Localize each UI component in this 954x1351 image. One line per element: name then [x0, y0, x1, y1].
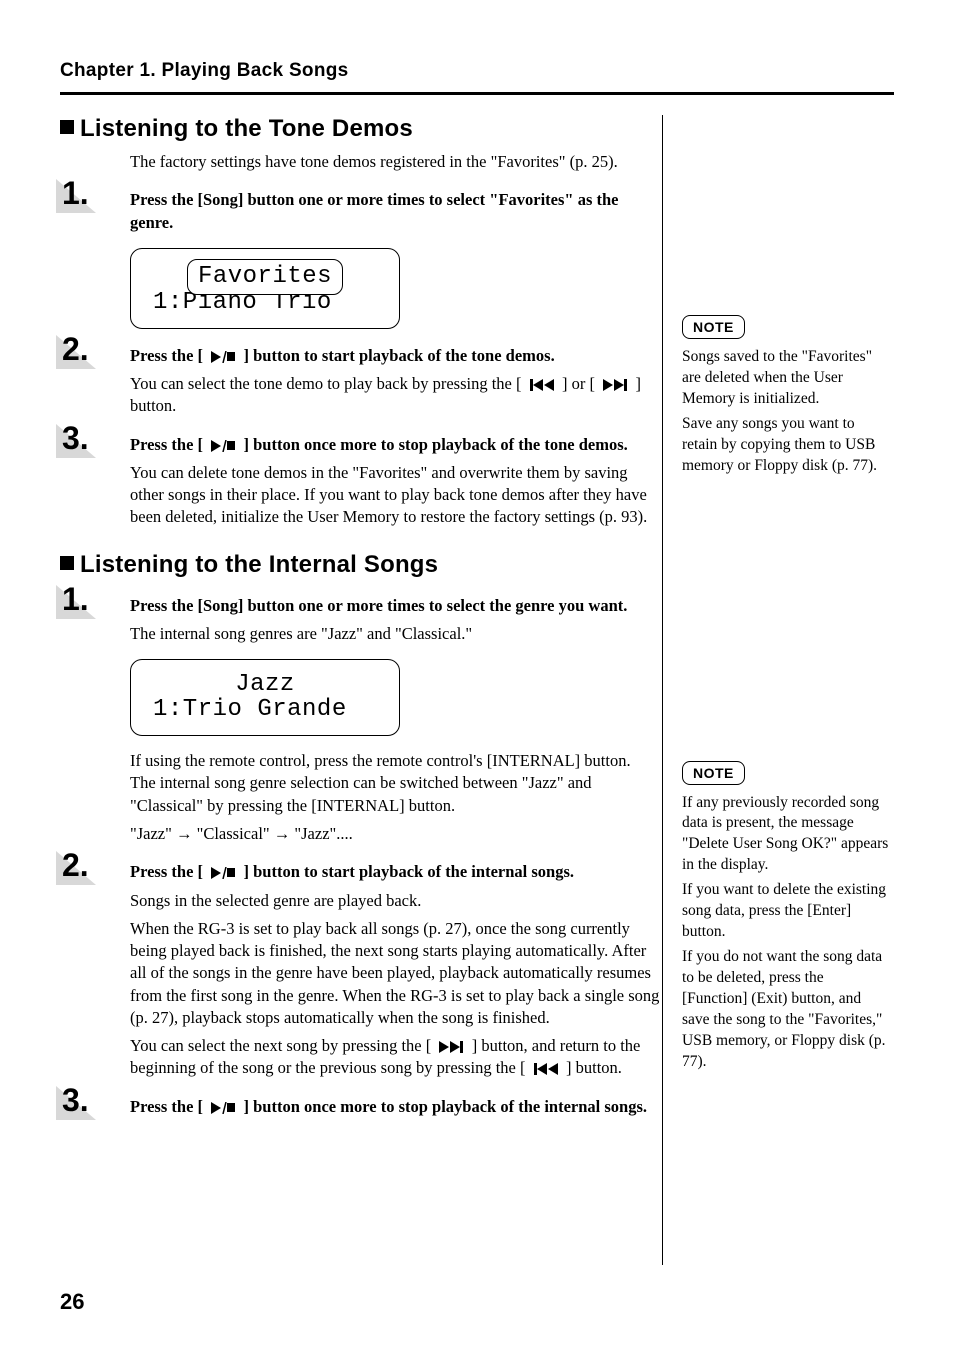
step-number: 2.: [62, 847, 89, 884]
step-number: 3.: [62, 1082, 89, 1119]
prev-track-icon: [534, 1063, 558, 1075]
square-bullet-icon: [60, 556, 74, 570]
step-detail: If using the remote control, press the r…: [130, 750, 660, 817]
lcd-line1: Favorites: [187, 259, 343, 295]
vertical-divider: [662, 115, 663, 1265]
note-block: If any previously recorded song data is …: [682, 793, 892, 1073]
step-detail: When the RG-3 is set to play back all so…: [130, 918, 660, 1029]
play-stop-icon: [211, 351, 235, 363]
play-stop-icon: [211, 440, 235, 452]
step-detail: You can select the next song by pressing…: [130, 1035, 660, 1080]
text: ] button once more to stop playback of t…: [239, 435, 627, 454]
note-badge: NOTE: [682, 315, 745, 339]
step-number: 2.: [62, 331, 89, 368]
text: ] or [: [558, 374, 599, 393]
chapter-title: Chapter 1. Playing Back Songs: [60, 60, 894, 82]
note-text: If you do not want the song data to be d…: [682, 947, 892, 1073]
header-rule: [60, 92, 894, 95]
step-instruction: Press the [Song] button one or more time…: [130, 189, 660, 234]
next-track-icon: [439, 1041, 463, 1053]
step-number: 1.: [62, 175, 89, 212]
note-text: If any previously recorded song data is …: [682, 793, 892, 877]
text: Press the [: [130, 1097, 207, 1116]
text: ] button.: [562, 1058, 622, 1077]
step-instruction: Press the [ ] button once more to stop p…: [130, 434, 660, 456]
page-number: 26: [60, 1289, 84, 1315]
step-instruction: Press the [ ] button to start playback o…: [130, 345, 660, 367]
text: ] button to start playback of the intern…: [239, 862, 574, 881]
play-stop-icon: [211, 867, 235, 879]
step-detail: You can delete tone demos in the "Favori…: [130, 462, 660, 529]
section-title: Listening to the Internal Songs: [80, 551, 438, 578]
text: Press the [: [130, 346, 207, 365]
section-title: Listening to the Tone Demos: [80, 115, 413, 142]
text: You can select the next song by pressing…: [130, 1036, 435, 1055]
section-listening-internal-songs: Listening to the Internal Songs: [60, 551, 660, 579]
lcd-favorites: Favorites 1:Piano Trio: [130, 248, 400, 329]
note-text: If you want to delete the existing song …: [682, 880, 892, 943]
step-instruction: Press the [ ] button once more to stop p…: [130, 1096, 660, 1118]
step-number: 3.: [62, 420, 89, 457]
note-text: Songs saved to the "Favorites" are delet…: [682, 347, 892, 410]
note-badge: NOTE: [682, 761, 745, 785]
text: ] button to start playback of the tone d…: [239, 346, 554, 365]
lcd-jazz: Jazz 1:Trio Grande: [130, 659, 400, 736]
step-detail: "Jazz" → "Classical" → "Jazz"....: [130, 823, 660, 845]
step-instruction: Press the [ ] button to start playback o…: [130, 861, 660, 883]
step-instruction: Press the [Song] button one or more time…: [130, 595, 660, 617]
intro-text: The factory settings have tone demos reg…: [130, 151, 660, 173]
text: ] button once more to stop playback of t…: [239, 1097, 647, 1116]
square-bullet-icon: [60, 120, 74, 134]
section-listening-tone-demos: Listening to the Tone Demos: [60, 115, 660, 143]
prev-track-icon: [530, 379, 554, 391]
note-text: Save any songs you want to retain by cop…: [682, 414, 892, 477]
text: Press the [: [130, 435, 207, 454]
step-detail: You can select the tone demo to play bac…: [130, 373, 660, 418]
note-block: Songs saved to the "Favorites" are delet…: [682, 347, 892, 477]
step-detail: The internal song genres are "Jazz" and …: [130, 623, 660, 645]
step-number: 1.: [62, 581, 89, 618]
play-stop-icon: [211, 1102, 235, 1114]
text: You can select the tone demo to play bac…: [130, 374, 526, 393]
text: Press the [: [130, 862, 207, 881]
next-track-icon: [603, 379, 627, 391]
step-detail: Songs in the selected genre are played b…: [130, 890, 660, 912]
